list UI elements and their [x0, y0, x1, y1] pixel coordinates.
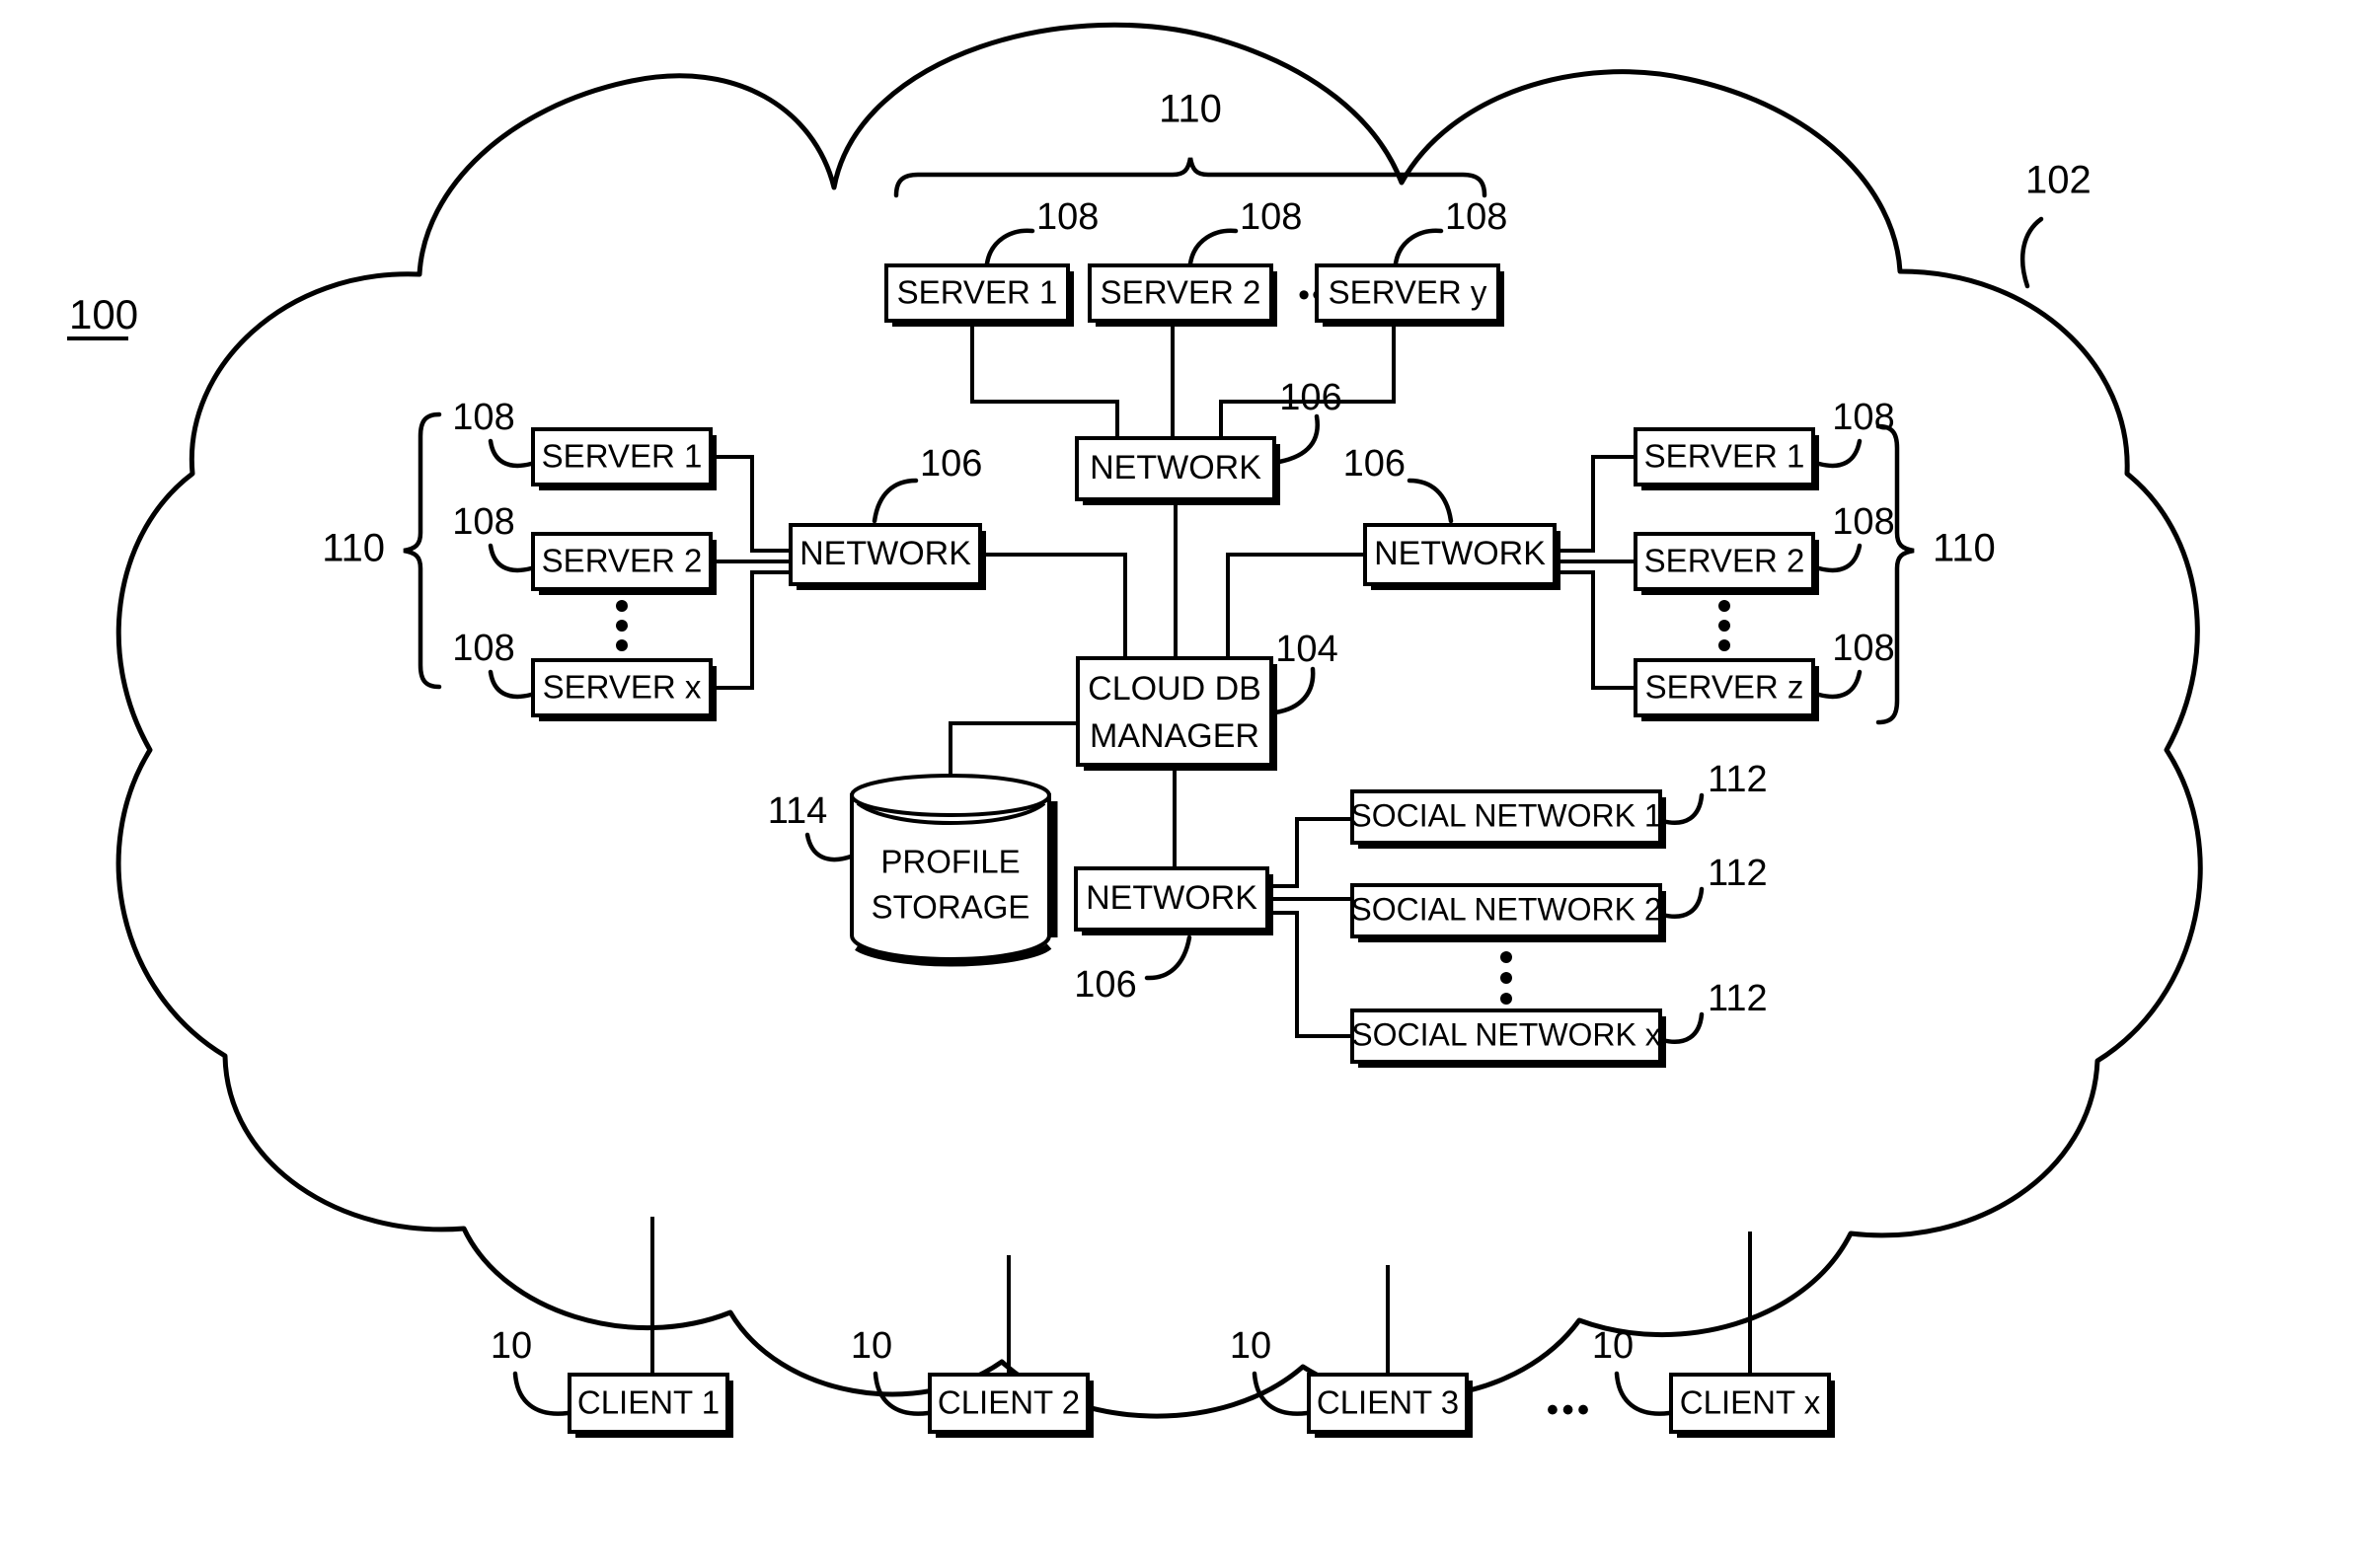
- right-server-ellipsis: [1718, 600, 1730, 651]
- social-network-box-1-label: SOCIAL NETWORK 1: [1350, 797, 1661, 833]
- network-architecture-diagram: 102 100 110 SERVER 1 108 SERVER 2 108 ••…: [67, 22, 2203, 1438]
- network-box-bottom[interactable]: NETWORK: [1074, 866, 1273, 935]
- ref-106-top: 106: [1279, 377, 1341, 418]
- cloud-leader-line: [2019, 216, 2044, 289]
- ref-106-left: 106: [920, 443, 982, 485]
- social-network-ellipsis: [1500, 951, 1512, 1005]
- profile-storage-cylinder[interactable]: PROFILE STORAGE: [850, 774, 1058, 967]
- ref-112-x: 112: [1708, 978, 1768, 1019]
- ref-112-1: 112: [1708, 759, 1768, 800]
- server-box-right-z[interactable]: SERVER z: [1634, 658, 1819, 721]
- ref-110-right: 110: [1933, 527, 1996, 570]
- cloud-db-manager-line1: CLOUD DB: [1088, 670, 1261, 708]
- server-box-left-x-label: SERVER x: [543, 669, 702, 706]
- network-box-bottom-label: NETWORK: [1086, 879, 1257, 917]
- ref-10-client-3: 10: [1230, 1325, 1271, 1367]
- server-box-left-2[interactable]: SERVER 2: [531, 532, 717, 595]
- network-box-right[interactable]: NETWORK: [1363, 523, 1560, 590]
- ref-108-top-1: 108: [1036, 196, 1099, 238]
- ref-110-top: 110: [1159, 88, 1222, 131]
- server-box-top-2-label: SERVER 2: [1101, 274, 1261, 311]
- network-box-left-label: NETWORK: [799, 535, 971, 572]
- patent-figure-canvas: 102 100 110 SERVER 1 108 SERVER 2 108 ••…: [0, 0, 2359, 1568]
- left-server-ellipsis: [616, 600, 628, 651]
- profile-storage-line1: PROFILE: [880, 844, 1020, 880]
- client-box-1[interactable]: CLIENT 1: [568, 1373, 733, 1438]
- profile-storage-line2: STORAGE: [872, 889, 1030, 926]
- ref-10-client-1: 10: [491, 1325, 532, 1367]
- ref-108-left-1: 108: [452, 397, 514, 438]
- server-box-top-y[interactable]: SERVER y: [1315, 263, 1504, 327]
- ref-108-top-y: 108: [1445, 196, 1507, 238]
- server-box-top-2[interactable]: SERVER 2: [1088, 263, 1277, 327]
- ref-114: 114: [768, 790, 828, 832]
- network-box-top-label: NETWORK: [1090, 449, 1261, 486]
- client-box-3-label: CLIENT 3: [1317, 1384, 1459, 1421]
- client-box-1-label: CLIENT 1: [577, 1384, 720, 1421]
- server-box-right-1[interactable]: SERVER 1: [1634, 427, 1819, 490]
- social-network-box-x-label: SOCIAL NETWORK x: [1351, 1016, 1661, 1052]
- network-box-right-label: NETWORK: [1374, 535, 1546, 572]
- social-network-box-2[interactable]: SOCIAL NETWORK 2: [1350, 883, 1666, 942]
- ref-104: 104: [1275, 629, 1337, 670]
- client-box-2[interactable]: CLIENT 2: [928, 1373, 1094, 1438]
- server-box-top-y-label: SERVER y: [1329, 274, 1487, 311]
- server-box-right-1-label: SERVER 1: [1644, 438, 1805, 475]
- ref-10-clientx-leader: [1614, 1371, 1672, 1416]
- ref-110-left: 110: [322, 527, 385, 570]
- ref-108-left-2: 108: [452, 501, 514, 543]
- ref-10-client-2: 10: [851, 1325, 892, 1367]
- ref-10-client1-leader: [512, 1371, 571, 1416]
- ref-102: 102: [2025, 159, 2092, 202]
- social-network-box-2-label: SOCIAL NETWORK 2: [1350, 891, 1661, 927]
- social-network-box-x[interactable]: SOCIAL NETWORK x: [1350, 1008, 1666, 1068]
- ref-108-top-2: 108: [1240, 196, 1302, 238]
- server-box-right-2[interactable]: SERVER 2: [1634, 532, 1819, 595]
- server-box-left-2-label: SERVER 2: [542, 543, 703, 579]
- network-box-top[interactable]: NETWORK: [1075, 436, 1280, 505]
- client-ellipsis: •••: [1547, 1389, 1593, 1430]
- ref-112-2: 112: [1708, 853, 1768, 894]
- ref-108-right-2: 108: [1832, 501, 1894, 543]
- social-network-box-1[interactable]: SOCIAL NETWORK 1: [1350, 789, 1666, 849]
- ref-108-left-x: 108: [452, 628, 514, 669]
- client-box-x-label: CLIENT x: [1680, 1384, 1821, 1421]
- client-box-x[interactable]: CLIENT x: [1669, 1373, 1835, 1438]
- server-box-left-1-label: SERVER 1: [542, 438, 703, 475]
- ref-108-right-1: 108: [1832, 397, 1894, 438]
- server-box-right-z-label: SERVER z: [1645, 669, 1804, 706]
- server-box-top-1-label: SERVER 1: [897, 274, 1058, 311]
- server-box-left-x[interactable]: SERVER x: [531, 658, 717, 721]
- ref-10-client-x: 10: [1592, 1325, 1634, 1367]
- cloud-db-manager-line2: MANAGER: [1090, 717, 1259, 755]
- ref-106-bottom: 106: [1074, 964, 1136, 1006]
- client-box-2-label: CLIENT 2: [938, 1384, 1080, 1421]
- ref-106-right: 106: [1343, 443, 1406, 485]
- server-box-right-2-label: SERVER 2: [1644, 543, 1805, 579]
- client-box-3[interactable]: CLIENT 3: [1307, 1373, 1473, 1438]
- server-box-top-1[interactable]: SERVER 1: [884, 263, 1074, 327]
- figure-number: 100: [69, 291, 138, 337]
- cloud-db-manager-box[interactable]: CLOUD DB MANAGER: [1076, 656, 1277, 771]
- ref-108-right-z: 108: [1832, 628, 1894, 669]
- server-box-left-1[interactable]: SERVER 1: [531, 427, 717, 490]
- network-box-left[interactable]: NETWORK: [789, 523, 986, 590]
